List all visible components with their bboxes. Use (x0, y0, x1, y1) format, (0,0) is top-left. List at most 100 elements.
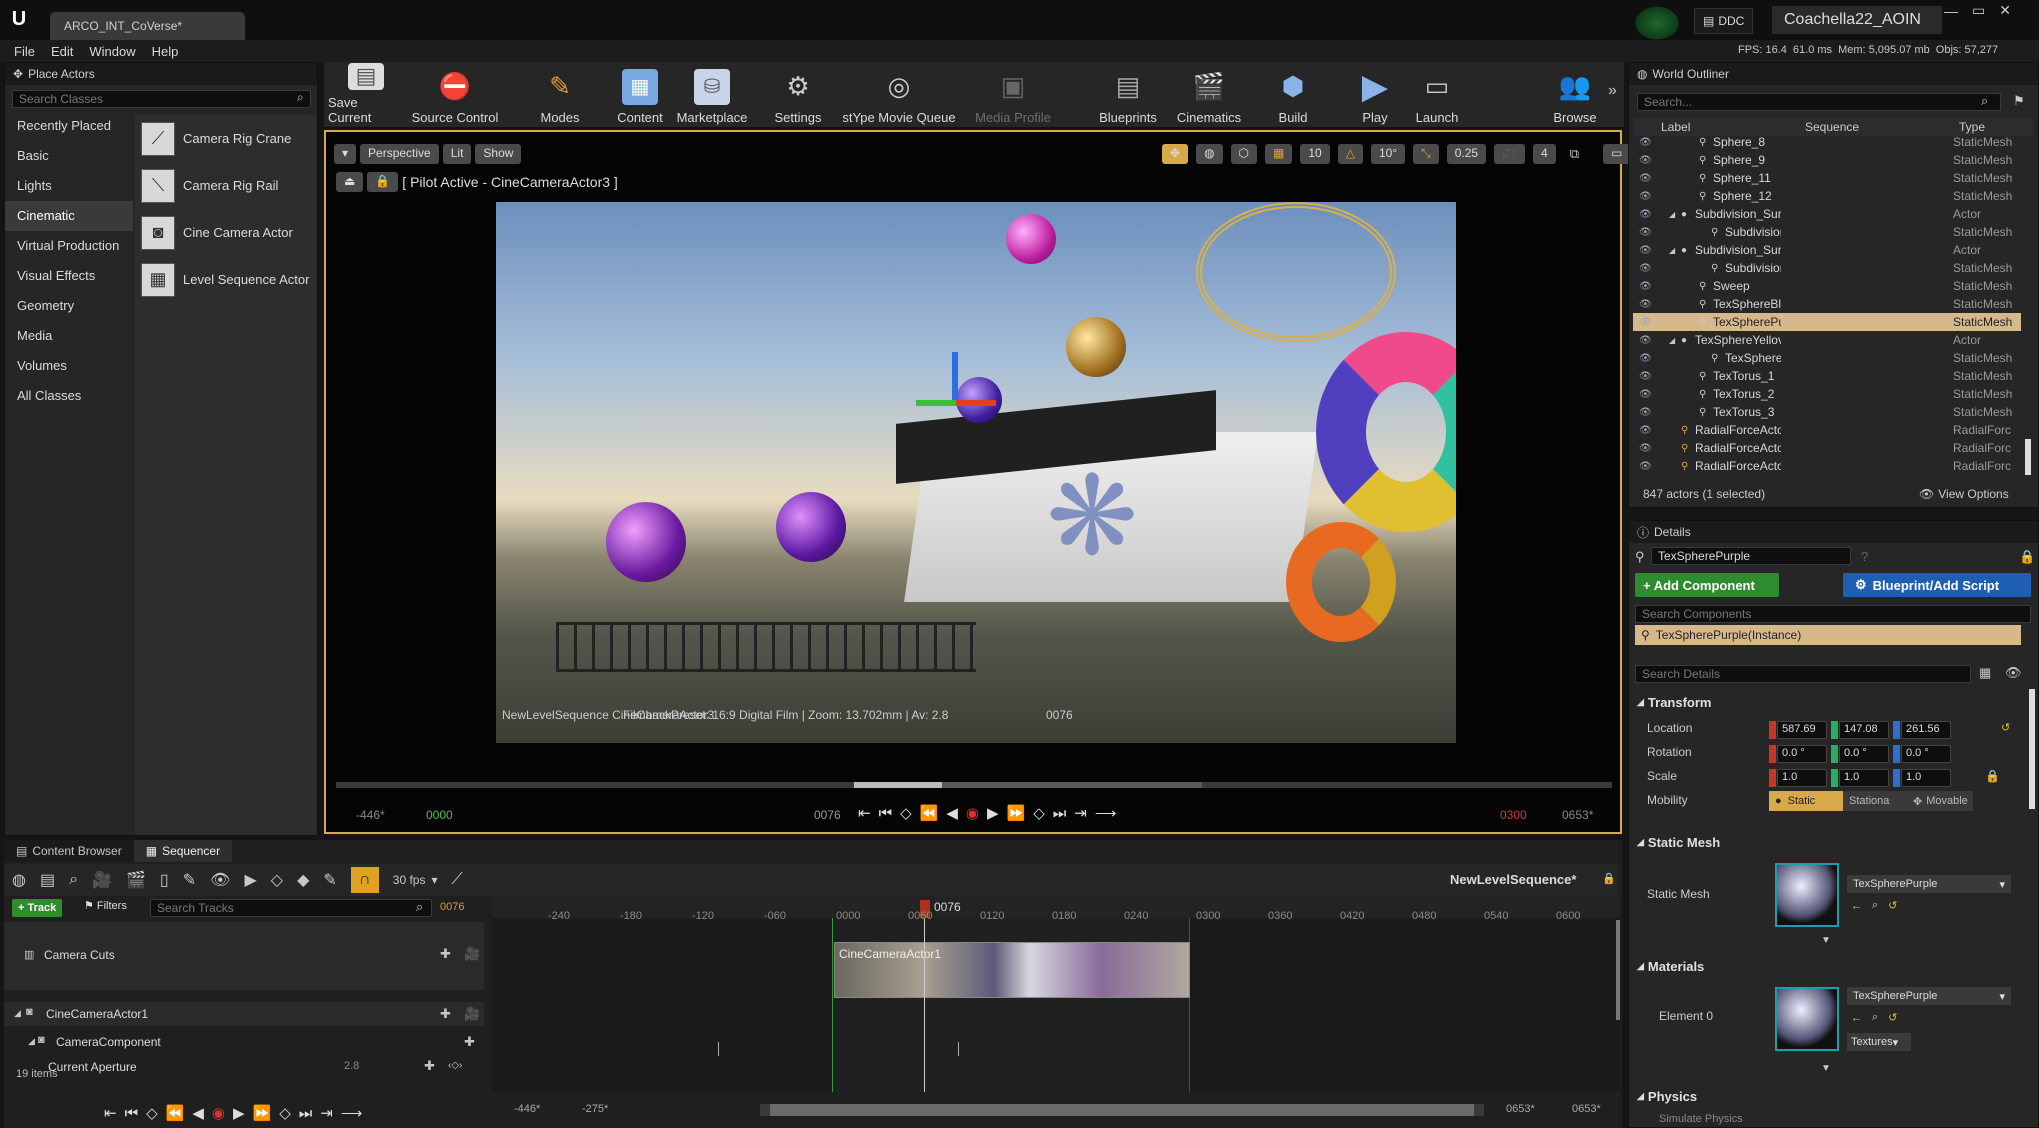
details-scrollbar[interactable] (2029, 689, 2035, 809)
outliner-search-input[interactable]: Search... (1637, 93, 2001, 111)
maximize-viewport-icon[interactable]: ⧉ (1570, 146, 1579, 162)
outliner-row[interactable]: 👁 ⚲ Sphere_11 StaticMesh (1633, 169, 2021, 187)
step-forward-key-icon[interactable]: ⏭ (299, 1105, 313, 1122)
curve-editor-icon[interactable]: ⟋ (452, 871, 463, 889)
play-forward-icon[interactable]: ▶ (233, 1104, 245, 1122)
marketplace-button[interactable]: ⛁ Marketplace (672, 63, 752, 127)
browse-asset-icon[interactable]: ⌕ (1872, 1011, 1878, 1024)
outliner-row[interactable]: 👁 ⚲ TexTorus_1 StaticMesh (1633, 367, 2021, 385)
play-reverse-icon[interactable]: ◀ (192, 1104, 204, 1122)
outliner-scrollbar[interactable] (2025, 439, 2031, 475)
visibility-eye-icon[interactable]: 👁 (1639, 191, 1652, 202)
scale-y-field[interactable]: 1.0 (1839, 769, 1889, 787)
col-label[interactable]: Label (1661, 120, 1690, 134)
actor-level-sequence[interactable]: ▦ Level Sequence Actor (135, 256, 317, 303)
category-visual-effects[interactable]: Visual Effects (5, 261, 133, 291)
visibility-eye-icon[interactable]: 👁 (1639, 443, 1652, 454)
working-range-start[interactable]: -275* (582, 1103, 608, 1115)
scale-x-field[interactable]: 1.0 (1777, 769, 1827, 787)
add-component-button[interactable]: + Add Component (1635, 573, 1779, 597)
visibility-eye-icon[interactable]: 👁 (1639, 335, 1652, 346)
stype-movie-queue-button[interactable]: ◎ stYpe Movie Queue (839, 63, 959, 127)
viewport-scrub-bar[interactable] (336, 782, 1612, 788)
camera-speed-icon[interactable]: 🎥 (1494, 144, 1526, 164)
rotation-x-field[interactable]: 0.0 ° (1777, 745, 1827, 763)
sequence-lock-icon[interactable]: 🔒 (1602, 872, 1616, 885)
ddc-status-icon[interactable] (1632, 4, 1682, 42)
visibility-eye-icon[interactable]: 👁 (1639, 281, 1652, 292)
rotation-y-field[interactable]: 0.0 ° (1839, 745, 1889, 763)
working-range-end[interactable]: 0653* (1506, 1103, 1535, 1115)
expand-arrow-icon[interactable]: ◢ (1669, 336, 1675, 345)
cine-camera-track[interactable]: ◢ ◙ CineCameraActor1 ✚ 🎥 (4, 1002, 484, 1026)
view-range-start[interactable]: -446* (514, 1103, 540, 1115)
mobility-static[interactable]: ● Static (1769, 791, 1843, 811)
scale-snap[interactable]: 0.25 (1446, 144, 1487, 164)
camera-cut-clip[interactable]: CineCameraActor1 (834, 942, 1190, 998)
record-icon[interactable]: ◉ (966, 804, 979, 822)
static-mesh-dropdown[interactable]: TexSpherePurple ▾ (1847, 875, 2011, 893)
timeline-area[interactable]: CineCameraActor1 0076 (492, 896, 1620, 1092)
view-options-button[interactable]: 👁 View Options (1919, 487, 2009, 501)
outliner-row[interactable]: 👁 ⚲ Subdivision_S StaticMesh (1633, 259, 2021, 277)
transform-section[interactable]: ◢ Transform (1629, 689, 2029, 715)
aperture-value[interactable]: 2.8 (344, 1060, 359, 1072)
outliner-row[interactable]: 👁 ⚲ TexSphereYel StaticMesh (1633, 349, 2021, 367)
view-range-end[interactable]: 0653* (1572, 1103, 1601, 1115)
search-details-input[interactable]: Search Details (1635, 665, 1971, 683)
add-key-icon[interactable]: ✚ (424, 1058, 435, 1074)
outliner-row[interactable]: 👁 ⚲ Sphere_12 StaticMesh (1633, 187, 2021, 205)
category-basic[interactable]: Basic (5, 141, 133, 171)
outliner-row[interactable]: 👁 ◢ ● TexSphereYellov Actor (1633, 331, 2021, 349)
step-back-key-icon[interactable]: ⏮ (125, 1105, 139, 1122)
add-icon[interactable]: ✚ (440, 946, 451, 962)
prev-key-icon[interactable]: ◇ (900, 804, 912, 822)
lock-icon[interactable]: 🔒 (2019, 549, 2035, 565)
menu-file[interactable]: File (6, 44, 43, 59)
close-icon[interactable]: ✕ (1999, 2, 2011, 19)
blueprints-button[interactable]: ▤ Blueprints (1096, 63, 1160, 127)
grid-view-icon[interactable]: ▦ (1979, 665, 1991, 681)
camera-speed[interactable]: 4 (1533, 144, 1556, 164)
visibility-eye-icon[interactable]: 👁 (1639, 227, 1652, 238)
level-tab[interactable]: ARCO_INT_CoVerse* (50, 12, 245, 40)
timeline-hscrollbar[interactable] (760, 1104, 1484, 1116)
step-back-icon[interactable]: ⏪ (920, 804, 939, 822)
outliner-row[interactable]: 👁 ⚲ RadialForceActor2 RadialForc (1633, 439, 2021, 457)
pilot-lock-icon[interactable]: 🔒 (367, 172, 399, 192)
modes-button[interactable]: ✎ Modes (530, 63, 590, 127)
actor-cine-camera[interactable]: ◙ Cine Camera Actor (135, 209, 317, 256)
world-icon[interactable]: ◍ (12, 870, 26, 890)
view-icon[interactable]: 👁 (210, 870, 230, 890)
media-profile-button[interactable]: ▣ Media Profile (970, 63, 1056, 127)
outliner-row[interactable]: 👁 ⚲ Sphere_9 StaticMesh (1633, 151, 2021, 169)
search-tracks-icon[interactable]: ⌕ (416, 899, 423, 915)
show-button[interactable]: Show (475, 144, 522, 164)
lit-button[interactable]: Lit (442, 144, 472, 164)
location-y-field[interactable]: 147.08 (1839, 721, 1889, 739)
category-cinematic[interactable]: Cinematic (5, 201, 133, 231)
scale-label[interactable]: Scale (1647, 769, 1677, 783)
track-camera-icon[interactable]: 🎥 (464, 1006, 480, 1022)
static-mesh-section[interactable]: ◢ Static Mesh (1629, 829, 2029, 855)
source-control-button[interactable]: ⛔ Source Control (410, 63, 500, 127)
find-icon[interactable]: ⌕ (69, 871, 78, 889)
add-icon[interactable]: ✚ (440, 1006, 451, 1022)
step-forward-icon[interactable]: ⏩ (253, 1104, 272, 1122)
materials-section[interactable]: ◢ Materials (1629, 953, 2029, 979)
grid-size[interactable]: 10 (1300, 144, 1330, 164)
search-components-input[interactable]: Search Components (1635, 605, 2031, 623)
visibility-icon[interactable]: 👁 (2005, 665, 2022, 681)
component-instance-row[interactable]: ⚲ TexSpherePurple(Instance) (1635, 625, 2021, 645)
outliner-row[interactable]: 👁 ⚲ TexTorus_3 StaticMesh (1633, 403, 2021, 421)
outliner-row[interactable]: 👁 ⚲ Sweep StaticMesh (1633, 277, 2021, 295)
step-back-key-icon[interactable]: ⏮ (879, 805, 893, 822)
outliner-row[interactable]: 👁 ⚲ TexSpherePurpl StaticMesh (1633, 313, 2021, 331)
next-key-icon[interactable]: ◇ (1033, 804, 1045, 822)
visibility-eye-icon[interactable]: 👁 (1639, 245, 1652, 256)
search-tracks-input[interactable]: Search Tracks (150, 899, 432, 917)
category-lights[interactable]: Lights (5, 171, 133, 201)
menu-window[interactable]: Window (81, 44, 143, 59)
play-forward-icon[interactable]: ▶ (987, 804, 999, 822)
content-button[interactable]: ▦ Content (610, 63, 670, 127)
